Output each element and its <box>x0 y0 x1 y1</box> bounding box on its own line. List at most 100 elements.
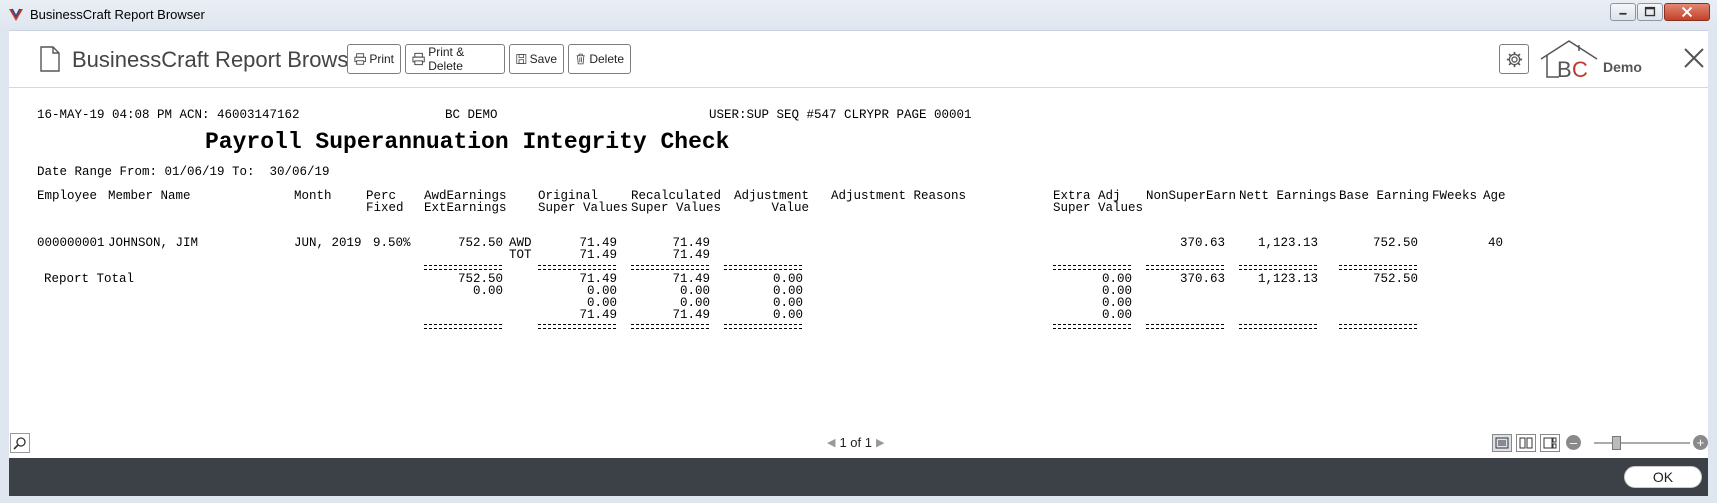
col-extra-super: Super Values <box>1053 201 1144 215</box>
report-title: Payroll Superannuation Integrity Check <box>205 129 730 155</box>
col-adjustment-value: Value <box>771 201 809 215</box>
row-awd: 752.50 <box>457 236 503 250</box>
search-icon <box>13 437 26 450</box>
printer-icon <box>412 52 425 66</box>
multi-page-icon <box>1543 437 1557 449</box>
two-page-view-button[interactable] <box>1516 434 1536 452</box>
report-total-label: Report Total <box>44 272 135 286</box>
row-orig-tot: 71.49 <box>579 248 617 262</box>
rule-extra-bottom <box>1053 324 1131 329</box>
rule-nett-top <box>1239 265 1317 270</box>
rule-orig-top <box>538 265 616 270</box>
total-non-super: 370.63 <box>1179 272 1225 286</box>
report-header-company: BC DEMO <box>445 108 498 122</box>
maximize-button[interactable] <box>1637 3 1663 21</box>
total-recalc-4: 71.49 <box>672 308 710 322</box>
zoom-in-button[interactable]: + <box>1693 435 1708 450</box>
report-page: 16-MAY-19 04:08 PM ACN: 46003147162 BC D… <box>9 88 1708 428</box>
rule-base-bottom <box>1339 324 1417 329</box>
window-close-button[interactable] <box>1664 3 1710 21</box>
print-delete-button[interactable]: Print & Delete <box>405 44 505 74</box>
print-button[interactable]: Print <box>347 44 401 74</box>
pager: ◀ 1 of 1 ▶ <box>827 435 884 450</box>
ok-button[interactable]: OK <box>1624 466 1702 488</box>
date-range: Date Range From: 01/06/19 To: 30/06/19 <box>37 165 330 179</box>
col-adjustment-reasons: Adjustment Reasons <box>831 189 967 203</box>
col-fweeks: FWeeks <box>1432 189 1478 203</box>
rule-recalc-bottom <box>631 324 709 329</box>
app-header: BusinessCraft Report Browser Print Print… <box>9 31 1708 88</box>
row-month: JUN, 2019 <box>294 236 362 250</box>
bc-logo: B C <box>1540 40 1598 81</box>
logo-text: Demo <box>1603 59 1642 75</box>
window-titlebar: BusinessCraft Report Browser <box>0 0 1717 31</box>
search-button[interactable] <box>10 433 30 453</box>
total-base: 752.50 <box>1372 272 1418 286</box>
row-employee: 000000001 <box>37 236 105 250</box>
trash-icon <box>576 53 585 65</box>
row-perc: 9.50% <box>373 236 411 250</box>
col-age: Age <box>1483 189 1506 203</box>
total-extra-4: 0.00 <box>1101 308 1132 322</box>
total-adj-4: 0.00 <box>772 308 803 322</box>
row-age: 40 <box>1487 236 1503 250</box>
rule-extra-top <box>1053 265 1131 270</box>
single-page-view-button[interactable] <box>1492 434 1512 452</box>
zoom-slider-track[interactable] <box>1594 442 1690 444</box>
rule-orig-bottom <box>538 324 616 329</box>
col-employee: Employee <box>37 189 98 203</box>
multi-page-view-button[interactable] <box>1540 434 1560 452</box>
next-page-icon[interactable]: ▶ <box>876 436 884 449</box>
window-title: BusinessCraft Report Browser <box>30 7 205 22</box>
rule-base-top <box>1339 265 1417 270</box>
row-nett: 1,123.13 <box>1257 236 1318 250</box>
col-fixed: Fixed <box>366 201 404 215</box>
col-month: Month <box>294 189 332 203</box>
settings-button[interactable] <box>1499 44 1529 74</box>
rule-awd-bottom <box>424 324 502 329</box>
col-base-earning: Base Earning <box>1339 189 1430 203</box>
svg-text:B: B <box>1557 57 1572 81</box>
window-frame-bottom <box>0 496 1717 503</box>
col-member-name: Member Name <box>108 189 191 203</box>
minimize-button[interactable] <box>1610 3 1636 21</box>
total-awd-2: 0.00 <box>472 284 503 298</box>
prev-page-icon[interactable]: ◀ <box>827 436 835 449</box>
app-title: BusinessCraft Report Browser <box>72 47 368 72</box>
rule-awd-top <box>424 265 502 270</box>
rule-adj-top <box>724 265 802 270</box>
col-nett-earnings: Nett Earnings <box>1239 189 1337 203</box>
row-non-super: 370.63 <box>1179 236 1225 250</box>
rule-nett-bottom <box>1239 324 1317 329</box>
print-label: Print <box>369 52 394 66</box>
delete-button[interactable]: Delete <box>568 44 631 74</box>
single-page-icon <box>1495 437 1509 449</box>
window-frame-left <box>0 30 9 503</box>
zoom-out-button[interactable]: – <box>1566 435 1581 450</box>
rule-nonsuper-top <box>1146 265 1224 270</box>
document-icon <box>40 46 60 72</box>
dialog-footer: OK <box>9 458 1708 496</box>
report-header-left: 16-MAY-19 04:08 PM ACN: 46003147162 <box>37 108 300 122</box>
rule-nonsuper-bottom <box>1146 324 1224 329</box>
row-base: 752.50 <box>1372 236 1418 250</box>
close-icon[interactable] <box>1681 45 1707 71</box>
report-navbar: ◀ 1 of 1 ▶ – + <box>9 428 1708 458</box>
row-code-tot: TOT <box>509 248 532 262</box>
bc-app-icon <box>9 8 23 21</box>
zoom-slider-thumb[interactable] <box>1612 436 1621 450</box>
col-ext-earnings: ExtEarnings <box>424 201 507 215</box>
print-delete-label: Print & Delete <box>428 45 465 73</box>
svg-text:C: C <box>1572 57 1588 81</box>
col-recalc-super: Super Values <box>631 201 722 215</box>
printer-icon <box>354 53 366 65</box>
save-icon <box>516 54 527 64</box>
save-label: Save <box>529 52 557 66</box>
total-orig-4: 71.49 <box>579 308 617 322</box>
col-original-super: Super Values <box>538 201 629 215</box>
row-recalc-tot: 71.49 <box>672 248 710 262</box>
page-indicator: 1 of 1 <box>839 435 872 450</box>
save-button[interactable]: Save <box>509 44 564 74</box>
row-name: JOHNSON, JIM <box>108 236 199 250</box>
rule-recalc-top <box>631 265 709 270</box>
